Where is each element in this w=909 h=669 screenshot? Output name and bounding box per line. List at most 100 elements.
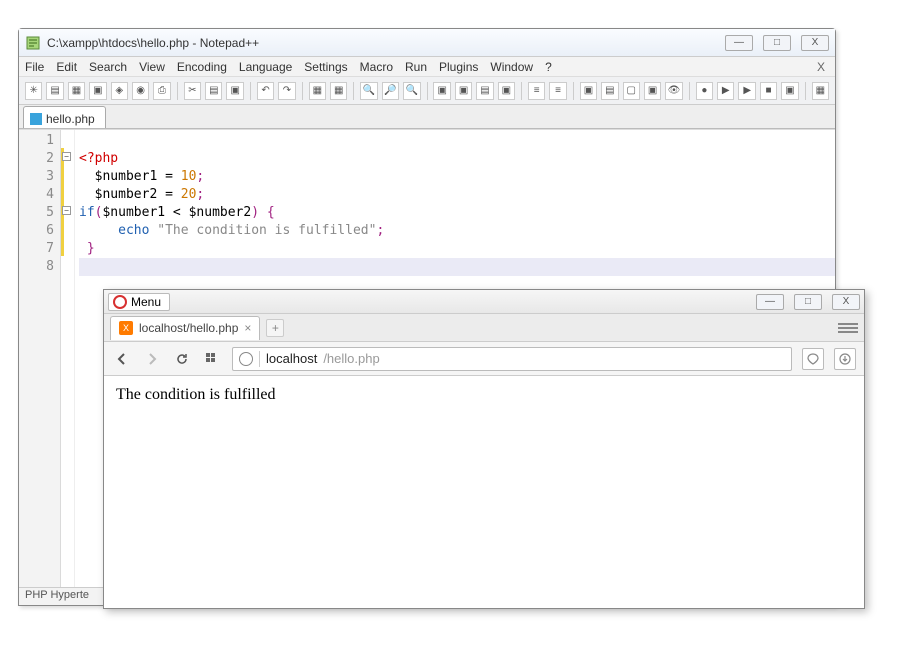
- minimize-button[interactable]: —: [756, 294, 784, 310]
- toolbar-button[interactable]: 🔍: [403, 82, 420, 100]
- url-domain: localhost: [266, 351, 317, 366]
- line-number: 5: [19, 204, 54, 222]
- menu-run[interactable]: Run: [405, 60, 427, 74]
- browser-tabstrip: X localhost/hello.php × +: [104, 314, 864, 342]
- page-content: The condition is fulfilled: [104, 376, 864, 414]
- menu-macro[interactable]: Macro: [360, 60, 393, 74]
- xampp-favicon-icon: X: [119, 321, 133, 335]
- toolbar-button[interactable]: ▦: [68, 82, 85, 100]
- toolbar-button[interactable]: ▣: [455, 82, 472, 100]
- address-bar[interactable]: localhost/hello.php: [232, 347, 792, 371]
- toolbar-button[interactable]: ▣: [89, 82, 106, 100]
- toolbar-button[interactable]: ≡: [549, 82, 566, 100]
- toolbar-button[interactable]: ≡: [528, 82, 545, 100]
- tab-close-icon[interactable]: ×: [244, 321, 251, 335]
- bookmark-button[interactable]: [802, 348, 824, 370]
- toolbar-separator: [573, 82, 574, 100]
- line-number: 8: [19, 258, 54, 276]
- line-number: 4: [19, 186, 54, 204]
- menu-search[interactable]: Search: [89, 60, 127, 74]
- tabstrip: hello.php: [19, 105, 835, 129]
- toolbar-button[interactable]: ◉: [132, 82, 149, 100]
- maximize-button[interactable]: □: [794, 294, 822, 310]
- toolbar-button[interactable]: ▣: [226, 82, 243, 100]
- line-number: 3: [19, 168, 54, 186]
- menu-plugins[interactable]: Plugins: [439, 60, 478, 74]
- opera-menu-button[interactable]: Menu: [108, 293, 170, 311]
- toolbar-button[interactable]: ◈: [111, 82, 128, 100]
- toolbar-button[interactable]: ⎙: [153, 82, 170, 100]
- browser-window: Menu — □ X X localhost/hello.php × +: [103, 289, 865, 609]
- toolbar-button[interactable]: ✂: [184, 82, 201, 100]
- menu-window[interactable]: Window: [490, 60, 533, 74]
- menubar-close-icon[interactable]: X: [817, 60, 829, 74]
- toolbar-button[interactable]: ▶: [738, 82, 755, 100]
- toolbar-separator: [250, 82, 251, 100]
- browser-tab-title: localhost/hello.php: [139, 321, 238, 335]
- toolbar-button[interactable]: ▣: [580, 82, 597, 100]
- menu-language[interactable]: Language: [239, 60, 292, 74]
- sidebar-toggle-icon[interactable]: [838, 320, 858, 336]
- new-tab-button[interactable]: +: [266, 319, 284, 337]
- menu-file[interactable]: File: [25, 60, 44, 74]
- line-number: 1: [19, 132, 54, 150]
- tab-label: hello.php: [46, 112, 95, 126]
- line-number: 7: [19, 240, 54, 258]
- fold-toggle-icon[interactable]: −: [62, 152, 71, 161]
- speed-dial-button[interactable]: [202, 349, 222, 369]
- toolbar-button[interactable]: 🔍: [360, 82, 377, 100]
- window-title: C:\xampp\htdocs\hello.php - Notepad++: [47, 36, 725, 50]
- menu-edit[interactable]: Edit: [56, 60, 77, 74]
- menu-settings[interactable]: Settings: [304, 60, 347, 74]
- toolbar-button[interactable]: ▦: [812, 82, 829, 100]
- fold-toggle-icon[interactable]: −: [62, 206, 71, 215]
- toolbar-button[interactable]: ▶: [717, 82, 734, 100]
- app-icon: [25, 35, 41, 51]
- download-button[interactable]: [834, 348, 856, 370]
- titlebar[interactable]: C:\xampp\htdocs\hello.php - Notepad++ — …: [19, 29, 835, 57]
- toolbar-button[interactable]: ▣: [498, 82, 515, 100]
- toolbar-button[interactable]: ■: [760, 82, 777, 100]
- toolbar-button[interactable]: ▤: [601, 82, 618, 100]
- toolbar-separator: [805, 82, 806, 100]
- back-button[interactable]: [112, 349, 132, 369]
- reload-button[interactable]: [172, 349, 192, 369]
- toolbar-button[interactable]: ▣: [433, 82, 450, 100]
- line-number: 2: [19, 150, 54, 168]
- toolbar-button[interactable]: 👁: [665, 82, 682, 100]
- menu-view[interactable]: View: [139, 60, 165, 74]
- toolbar-separator: [302, 82, 303, 100]
- toolbar-button[interactable]: ▦: [309, 82, 326, 100]
- code-line: echo "The condition is fulfilled";: [79, 222, 835, 240]
- toolbar-button[interactable]: ↶: [257, 82, 274, 100]
- toolbar-button[interactable]: ▣: [644, 82, 661, 100]
- change-marker: [61, 148, 64, 256]
- toolbar-button[interactable]: ▤: [476, 82, 493, 100]
- minimize-button[interactable]: —: [725, 35, 753, 51]
- toolbar-button[interactable]: ▢: [623, 82, 640, 100]
- toolbar-separator: [353, 82, 354, 100]
- browser-tab[interactable]: X localhost/hello.php ×: [110, 316, 260, 340]
- toolbar-button[interactable]: ▦: [330, 82, 347, 100]
- code-line: if($number1 < $number2) {: [79, 204, 835, 222]
- code-line: <?php: [79, 150, 835, 168]
- toolbar-button[interactable]: ▤: [46, 82, 63, 100]
- editor-tab[interactable]: hello.php: [23, 106, 106, 128]
- maximize-button[interactable]: □: [763, 35, 791, 51]
- toolbar: ✳▤▦▣◈◉⎙✂▤▣↶↷▦▦🔍🔎🔍▣▣▤▣≡≡▣▤▢▣👁●▶▶■▣▦: [19, 77, 835, 105]
- browser-titlebar[interactable]: Menu — □ X: [104, 290, 864, 314]
- plus-icon: +: [272, 321, 279, 335]
- toolbar-button[interactable]: ✳: [25, 82, 42, 100]
- forward-button[interactable]: [142, 349, 162, 369]
- menu-help[interactable]: ?: [545, 60, 552, 74]
- menu-encoding[interactable]: Encoding: [177, 60, 227, 74]
- toolbar-button[interactable]: 🔎: [382, 82, 399, 100]
- address-toolbar: localhost/hello.php: [104, 342, 864, 376]
- close-button[interactable]: X: [832, 294, 860, 310]
- close-button[interactable]: X: [801, 35, 829, 51]
- page-output-text: The condition is fulfilled: [116, 386, 276, 403]
- toolbar-button[interactable]: ↷: [278, 82, 295, 100]
- toolbar-button[interactable]: ●: [696, 82, 713, 100]
- toolbar-button[interactable]: ▤: [205, 82, 222, 100]
- toolbar-button[interactable]: ▣: [781, 82, 798, 100]
